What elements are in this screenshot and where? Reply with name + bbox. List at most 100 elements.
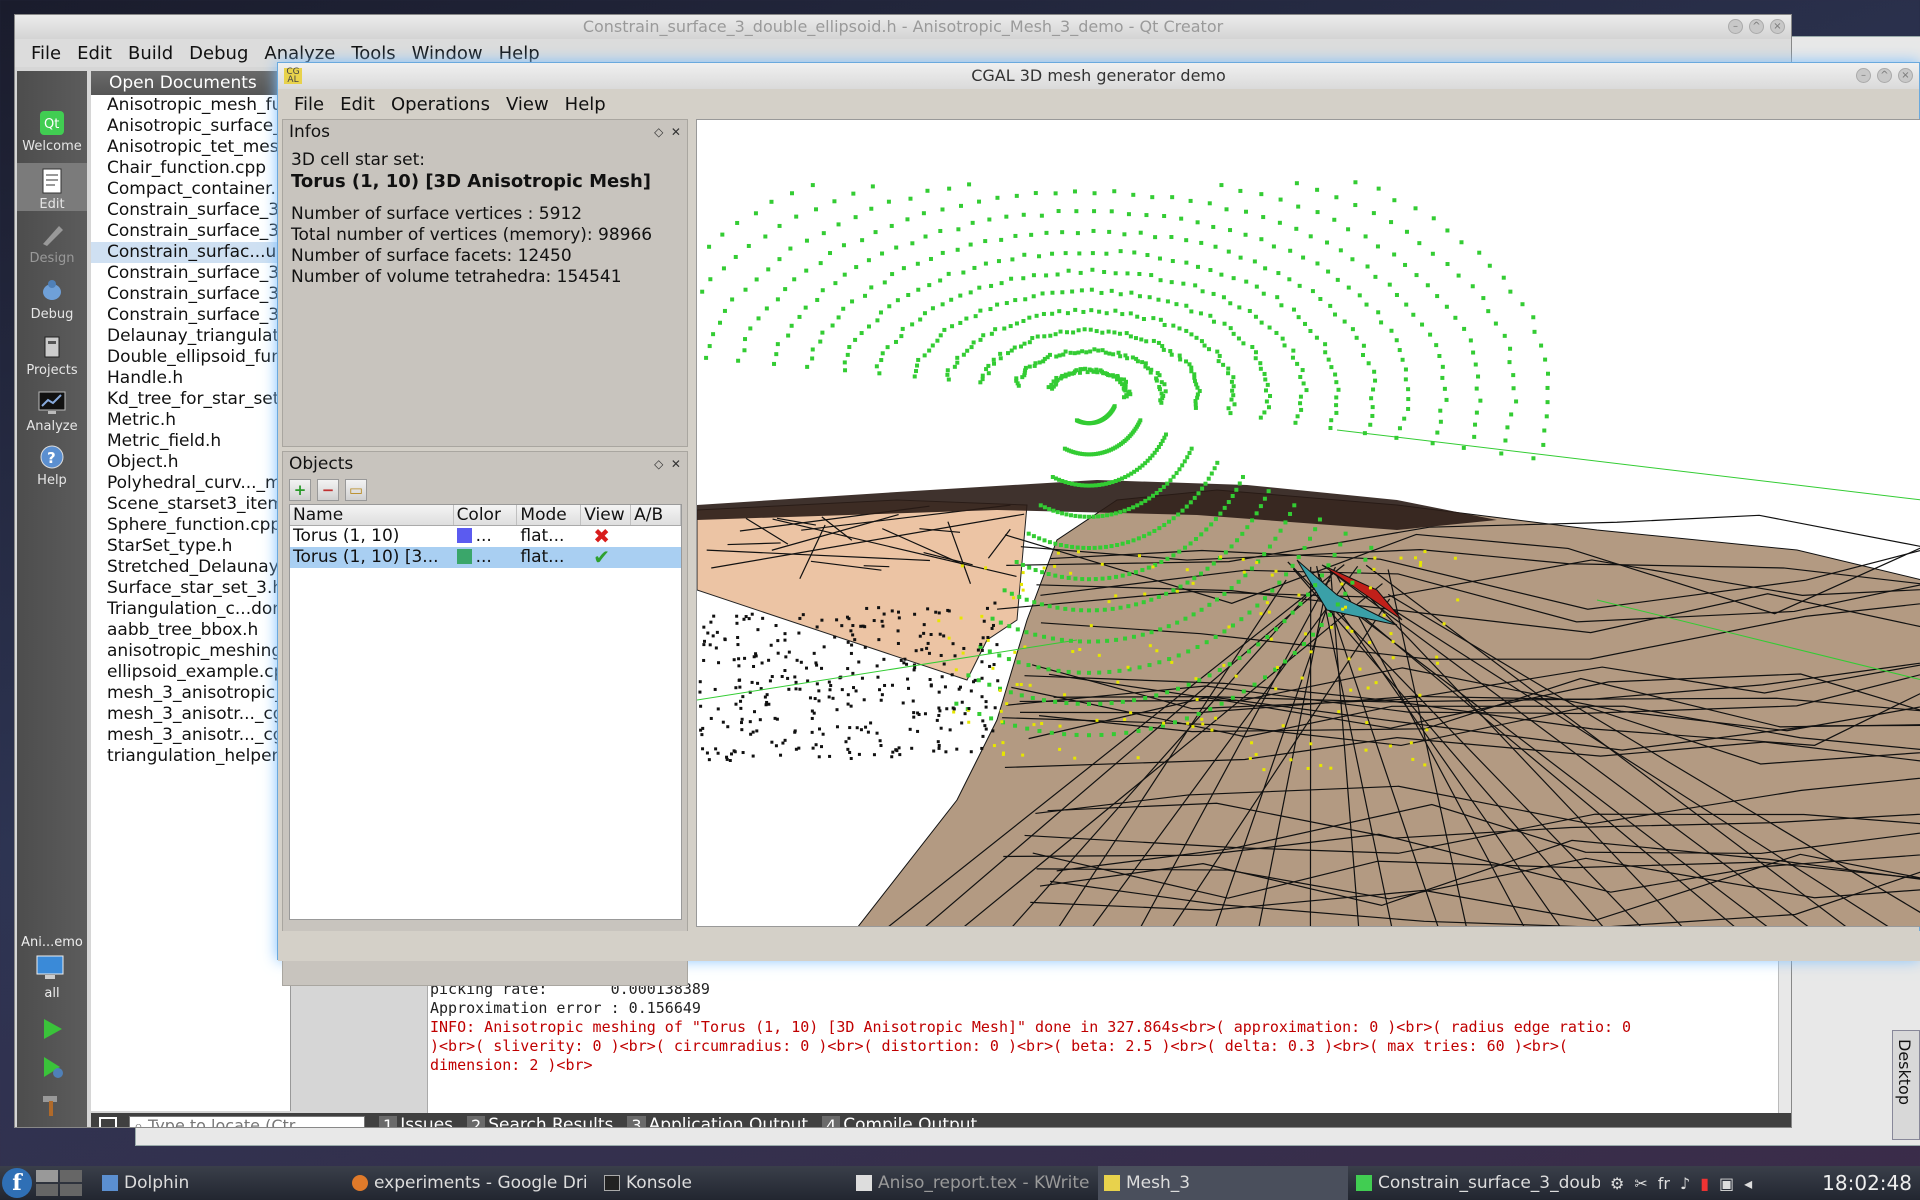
output-tab-compile-output[interactable]: 4 Compile Output [822, 1115, 977, 1127]
task-mesh3[interactable]: Mesh_3 [1098, 1166, 1348, 1200]
desktop-pager[interactable] [36, 1170, 82, 1196]
close-icon[interactable]: × [1770, 19, 1785, 34]
cgal-menu-help[interactable]: Help [557, 94, 614, 115]
clock[interactable]: 18:02:48 [1822, 1166, 1912, 1200]
dock-float-close-icon[interactable]: ◇ ✕ [654, 120, 681, 144]
scissors-icon[interactable]: ✂ [1634, 1174, 1647, 1193]
column-view[interactable]: View [581, 505, 632, 525]
output-tab-application-output[interactable]: 3 Application Output [627, 1115, 808, 1127]
object-color[interactable]: ... [454, 547, 518, 568]
mode-edit[interactable]: Edit [17, 163, 87, 212]
object-color[interactable]: ... [454, 526, 518, 547]
open-document-item[interactable]: Constrain_surface_3_ [91, 305, 290, 326]
open-document-item[interactable]: Constrain_surface_3. [91, 200, 290, 221]
infos-dock-header[interactable]: Infos ◇ ✕ [283, 120, 687, 144]
object-ab[interactable] [631, 547, 681, 568]
mode-analyze[interactable]: Analyze [17, 389, 87, 434]
open-document-item[interactable]: Object.h [91, 452, 290, 473]
green-check-icon[interactable]: ✔ [581, 547, 631, 568]
build-hammer-icon[interactable] [39, 1093, 65, 1121]
task-kwrite[interactable]: Aniso_report.tex - KWrite [850, 1166, 1090, 1200]
volume-icon[interactable]: ♪ [1680, 1174, 1690, 1193]
open-document-item[interactable]: StarSet_type.h [91, 536, 290, 557]
output-tab-issues[interactable]: 1 Issues [379, 1115, 453, 1127]
dock-float-close-icon[interactable]: ◇ ✕ [654, 452, 681, 476]
object-row-selected[interactable]: Torus (1, 10) [3... ... flat... ✔ [290, 547, 681, 568]
close-icon[interactable]: × [1898, 68, 1913, 83]
open-document-item[interactable]: aabb_tree_bbox.h [91, 620, 290, 641]
qt-menu-edit[interactable]: Edit [69, 43, 120, 64]
minimize-icon[interactable]: – [1728, 19, 1743, 34]
locator-input[interactable]: ⌕ Type to locate (Ctr... [129, 1115, 365, 1127]
open-document-item[interactable]: Delaunay_triangulati [91, 326, 290, 347]
desktop-widget[interactable]: Desktop [1892, 1030, 1920, 1140]
task-konsole[interactable]: Konsole [598, 1166, 838, 1200]
qt-menu-debug[interactable]: Debug [181, 43, 256, 64]
open-document-item[interactable]: Constrain_surfac...ub [91, 242, 290, 263]
qt-menu-build[interactable]: Build [120, 43, 181, 64]
task-dolphin[interactable]: Dolphin [96, 1166, 326, 1200]
output-tab-search-results[interactable]: 2 Search Results [467, 1115, 613, 1127]
minimize-icon[interactable]: – [1856, 68, 1871, 83]
open-document-item[interactable]: Surface_star_set_3.h [91, 578, 290, 599]
open-document-item[interactable]: Constrain_surface_3_ [91, 263, 290, 284]
open-document-item[interactable]: Anisotropic_tet_mesh [91, 137, 290, 158]
column-name[interactable]: Name [290, 505, 454, 525]
open-document-item[interactable]: Metric.h [91, 410, 290, 431]
open-document-item[interactable]: ellipsoid_example.cp [91, 662, 290, 683]
object-row[interactable]: Torus (1, 10) ... flat... ✖ [290, 526, 681, 547]
maximize-icon[interactable]: ^ [1877, 68, 1892, 83]
column-ab[interactable]: A/B [631, 505, 681, 525]
qt-menu-file[interactable]: File [23, 43, 69, 64]
open-document-item[interactable]: Scene_starset3_item. [91, 494, 290, 515]
object-mode[interactable]: flat... [517, 547, 581, 568]
open-document-item[interactable]: Anisotropic_mesh_fun [91, 95, 290, 116]
open-document-item[interactable]: Chair_function.cpp [91, 158, 290, 179]
open-document-item[interactable]: Triangulation_c...dom [91, 599, 290, 620]
open-folder-icon[interactable]: ▭ [345, 479, 367, 501]
qt-titlebar[interactable]: Constrain_surface_3_double_ellipsoid.h -… [15, 15, 1791, 39]
fedora-launcher-icon[interactable]: f [2, 1168, 32, 1198]
cgal-menu-edit[interactable]: Edit [332, 94, 383, 115]
open-document-item[interactable]: Kd_tree_for_star_set. [91, 389, 290, 410]
task-firefox[interactable]: experiments - Google Drive [346, 1166, 586, 1200]
add-object-icon[interactable]: + [289, 479, 311, 501]
kit-selector[interactable]: Ani...emo all [17, 935, 87, 1121]
open-document-item[interactable]: triangulation_helper. [91, 746, 290, 767]
lock-icon[interactable]: ▣ [1719, 1174, 1734, 1193]
objects-table[interactable]: Name Color Mode View A/B Torus (1, 10) .… [289, 504, 682, 920]
mode-projects[interactable]: Projects [17, 333, 87, 378]
expand-tray-icon[interactable]: ◂ [1744, 1174, 1752, 1193]
cgal-titlebar[interactable]: CG AL CGAL 3D mesh generator demo – ^ × [278, 63, 1919, 89]
open-document-item[interactable]: Compact_container.h [91, 179, 290, 200]
notification-icon[interactable]: ▮ [1700, 1174, 1709, 1193]
column-color[interactable]: Color [454, 505, 518, 525]
qt-menu-help[interactable]: Help [491, 43, 548, 64]
3d-viewport[interactable] [696, 119, 1920, 927]
open-document-item[interactable]: anisotropic_meshing_ [91, 641, 290, 662]
mode-design[interactable]: Design [17, 221, 87, 266]
qt-menu-window[interactable]: Window [404, 43, 491, 64]
keyboard-layout-indicator[interactable]: fr [1658, 1174, 1670, 1193]
qt-menu-tools[interactable]: Tools [343, 43, 403, 64]
maximize-icon[interactable]: ^ [1749, 19, 1764, 34]
open-document-item[interactable]: Double_ellipsoid_func [91, 347, 290, 368]
mode-welcome[interactable]: Qt Welcome [17, 109, 87, 154]
task-qt-creator[interactable]: Constrain_surface_3_doubl [1350, 1166, 1600, 1200]
open-document-item[interactable]: Constrain_surface_3_ [91, 221, 290, 242]
open-document-item[interactable]: mesh_3_anisotr..._cg [91, 725, 290, 746]
column-mode[interactable]: Mode [517, 505, 582, 525]
debug-run-icon[interactable] [39, 1055, 65, 1083]
sidebar-toggle-icon[interactable] [99, 1117, 117, 1127]
run-icon[interactable] [39, 1017, 65, 1045]
cgal-menu-file[interactable]: File [286, 94, 332, 115]
objects-dock-header[interactable]: Objects ◇ ✕ [283, 452, 687, 476]
remove-object-icon[interactable]: − [317, 479, 339, 501]
qt-menu-analyze[interactable]: Analyze [256, 43, 343, 64]
open-document-item[interactable]: Constrain_surface_3_ [91, 284, 290, 305]
red-cross-icon[interactable]: ✖ [581, 526, 631, 547]
settings-gear-icon[interactable]: ⚙ [1610, 1174, 1624, 1193]
cgal-menu-operations[interactable]: Operations [383, 94, 498, 115]
open-document-item[interactable]: Anisotropic_surface_ [91, 116, 290, 137]
open-document-item[interactable]: Stretched_Delaunay_ [91, 557, 290, 578]
